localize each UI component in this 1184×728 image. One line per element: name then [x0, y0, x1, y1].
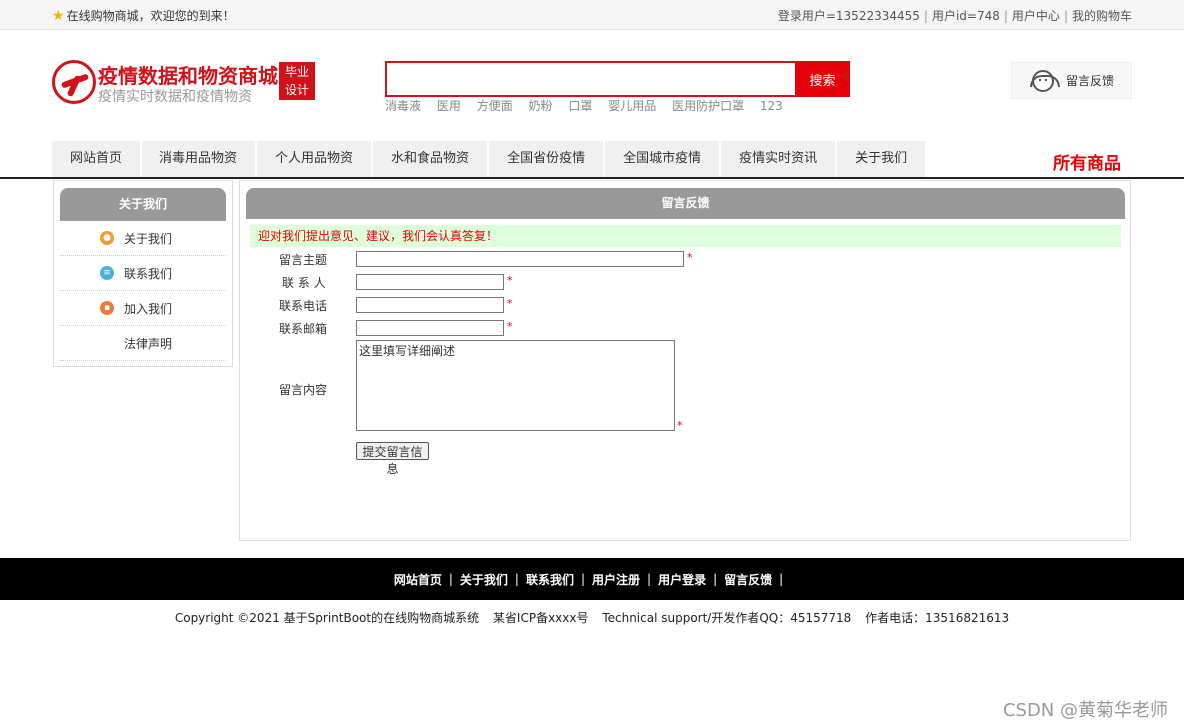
nav-item-province-epidemic[interactable]: 全国省份疫情 — [489, 141, 605, 177]
contact-label: 联 系 人 — [282, 276, 326, 290]
nav-item-personal[interactable]: 个人用品物资 — [257, 141, 373, 177]
cart-link[interactable]: 我的购物车 — [1072, 9, 1132, 23]
badge-line-1: 毕业 — [284, 65, 309, 79]
nav-item-news[interactable]: 疫情实时资讯 — [721, 141, 837, 177]
hotword-link[interactable]: 奶粉 — [529, 99, 553, 113]
welcome-message: ★ 在线购物商城，欢迎您的到来！ — [52, 7, 235, 24]
sidebar-item-join[interactable]: ▪ 加入我们 — [60, 291, 226, 326]
phone-label: 联系电话 — [279, 299, 328, 313]
hot-keywords: 消毒液 医用 方便面 奶粉 口罩 婴儿用品 医用防护口罩 123 — [385, 97, 795, 114]
content-label: 留言内容 — [279, 383, 328, 397]
brand-subtitle: 疫情实时数据和疫情物资 — [98, 89, 252, 105]
sidebar-item-label: 加入我们 — [124, 301, 173, 316]
all-goods-link[interactable]: 所有商品 — [1053, 149, 1121, 174]
notice-banner: 迎对我们提出意见、建议，我们会认真答复！ — [250, 225, 1121, 247]
hotword-link[interactable]: 口罩 — [568, 99, 592, 113]
hotword-link[interactable]: 婴儿用品 — [608, 99, 656, 113]
email-label: 联系邮箱 — [279, 322, 328, 336]
badge-line-2: 设计 — [284, 83, 309, 97]
sidebar-item-about[interactable]: ● 关于我们 — [60, 221, 226, 256]
footer-nav: 网站首页 | 关于我们 | 联系我们 | 用户注册 | 用户登录 | 留言反馈 | — [0, 558, 1184, 600]
search-box — [385, 61, 795, 97]
welcome-text: 在线购物商城，欢迎您的到来！ — [66, 9, 235, 23]
power-icon: ⏻ — [103, 338, 111, 348]
support-text: Technical support/开发作者QQ：45157718 — [602, 611, 852, 625]
user-links: 登录用户=13522334455 | 用户id=748 | 用户中心 | 我的购物车 — [777, 9, 1132, 23]
footer-link-login[interactable]: 用户登录 — [658, 571, 706, 588]
nav-item-disinfection[interactable]: 消毒用品物资 — [142, 141, 257, 177]
hotword-link[interactable]: 医用 — [437, 99, 461, 113]
required-mark: * — [507, 297, 513, 310]
footer-link-contact[interactable]: 联系我们 — [526, 571, 574, 588]
email-input[interactable] — [356, 320, 504, 336]
nav-item-city-epidemic[interactable]: 全国城市疫情 — [605, 141, 721, 177]
sidebar-item-label: 法律声明 — [124, 336, 173, 351]
nav-divider — [0, 177, 1184, 179]
search-input[interactable] — [387, 63, 795, 95]
search-button[interactable]: 搜索 — [795, 61, 850, 97]
footer-separator: | — [647, 572, 652, 586]
hotword-link[interactable]: 123 — [760, 99, 783, 113]
lock-icon: ▪ — [100, 301, 114, 315]
footer-separator: | — [713, 572, 718, 586]
icp-text: 某省ICP备xxxx号 — [492, 611, 589, 625]
user-id: 用户id=748 — [931, 9, 1000, 23]
footer-link-feedback[interactable]: 留言反馈 — [724, 571, 772, 588]
user-center-link[interactable]: 用户中心 — [1012, 9, 1060, 23]
customer-service-icon — [1030, 69, 1060, 92]
sidebar-title: 关于我们 — [60, 188, 226, 221]
subject-input[interactable] — [356, 251, 684, 267]
footer-separator: | — [580, 572, 585, 586]
required-mark: * — [507, 320, 513, 333]
footer-separator: | — [448, 572, 453, 586]
footer-link-register[interactable]: 用户注册 — [592, 571, 640, 588]
main-nav: 网站首页 消毒用品物资 个人用品物资 水和食品物资 全国省份疫情 全国城市疫情 … — [52, 141, 927, 177]
panel-title: 留言反馈 — [246, 188, 1125, 219]
submit-button[interactable]: 提交留言信息 — [356, 442, 429, 476]
contact-card-icon: ≡ — [100, 266, 114, 280]
contact-input[interactable] — [356, 274, 504, 290]
footer-link-about[interactable]: 关于我们 — [460, 571, 508, 588]
sidebar-item-legal[interactable]: ⏻ 法律声明 — [60, 326, 226, 361]
content-textarea[interactable]: 这里填写详细阐述 — [356, 340, 675, 431]
info-icon: ● — [100, 231, 114, 245]
footer-separator: | — [514, 572, 519, 586]
hotword-link[interactable]: 医用防护口罩 — [672, 99, 744, 113]
brand-logo-icon[interactable] — [52, 60, 96, 104]
required-mark: * — [677, 419, 683, 432]
top-bar: ★ 在线购物商城，欢迎您的到来！ 登录用户=13522334455 | 用户id=7… — [0, 0, 1184, 30]
logged-in-user: 登录用户=13522334455 — [777, 9, 920, 23]
feedback-label: 留言反馈 — [1066, 74, 1115, 88]
copyright-line: Copyright ©2021 基于SprintBoot的在线购物商城系统 某省… — [0, 609, 1184, 626]
feedback-button[interactable]: 留言反馈 — [1011, 62, 1132, 99]
sidebar-item-label: 关于我们 — [124, 231, 173, 246]
hotword-link[interactable]: 方便面 — [477, 99, 513, 113]
sidebar-list: ● 关于我们 ≡ 联系我们 ▪ 加入我们 ⏻ 法律声明 — [60, 221, 226, 361]
brand-title[interactable]: 疫情数据和物资商城 — [98, 60, 278, 89]
footer-separator: | — [779, 572, 784, 586]
feedback-panel: 留言反馈 迎对我们提出意见、建议，我们会认真答复！ 留言主题 * 联 系 人 *… — [239, 180, 1131, 541]
nav-item-home[interactable]: 网站首页 — [52, 141, 142, 177]
phone-input[interactable] — [356, 297, 504, 313]
graduation-badge: 毕业 设计 — [279, 62, 315, 100]
required-mark: * — [507, 274, 513, 287]
sidebar-item-contact[interactable]: ≡ 联系我们 — [60, 256, 226, 291]
required-mark: * — [687, 251, 693, 264]
author-phone-text: 作者电话：13516821613 — [865, 611, 1010, 625]
footer-link-home[interactable]: 网站首页 — [394, 571, 442, 588]
subject-label: 留言主题 — [279, 253, 328, 267]
sidebar: 关于我们 ● 关于我们 ≡ 联系我们 ▪ 加入我们 ⏻ 法律声明 — [53, 180, 233, 367]
copyright-text: Copyright ©2021 基于SprintBoot的在线购物商城系统 — [174, 611, 480, 625]
hotword-link[interactable]: 消毒液 — [385, 99, 421, 113]
nav-item-food-water[interactable]: 水和食品物资 — [373, 141, 489, 177]
nav-item-about[interactable]: 关于我们 — [837, 141, 927, 177]
sidebar-item-label: 联系我们 — [124, 266, 173, 281]
watermark: CSDN @黄菊华老师 — [1002, 700, 1168, 721]
star-icon: ★ — [52, 7, 65, 24]
